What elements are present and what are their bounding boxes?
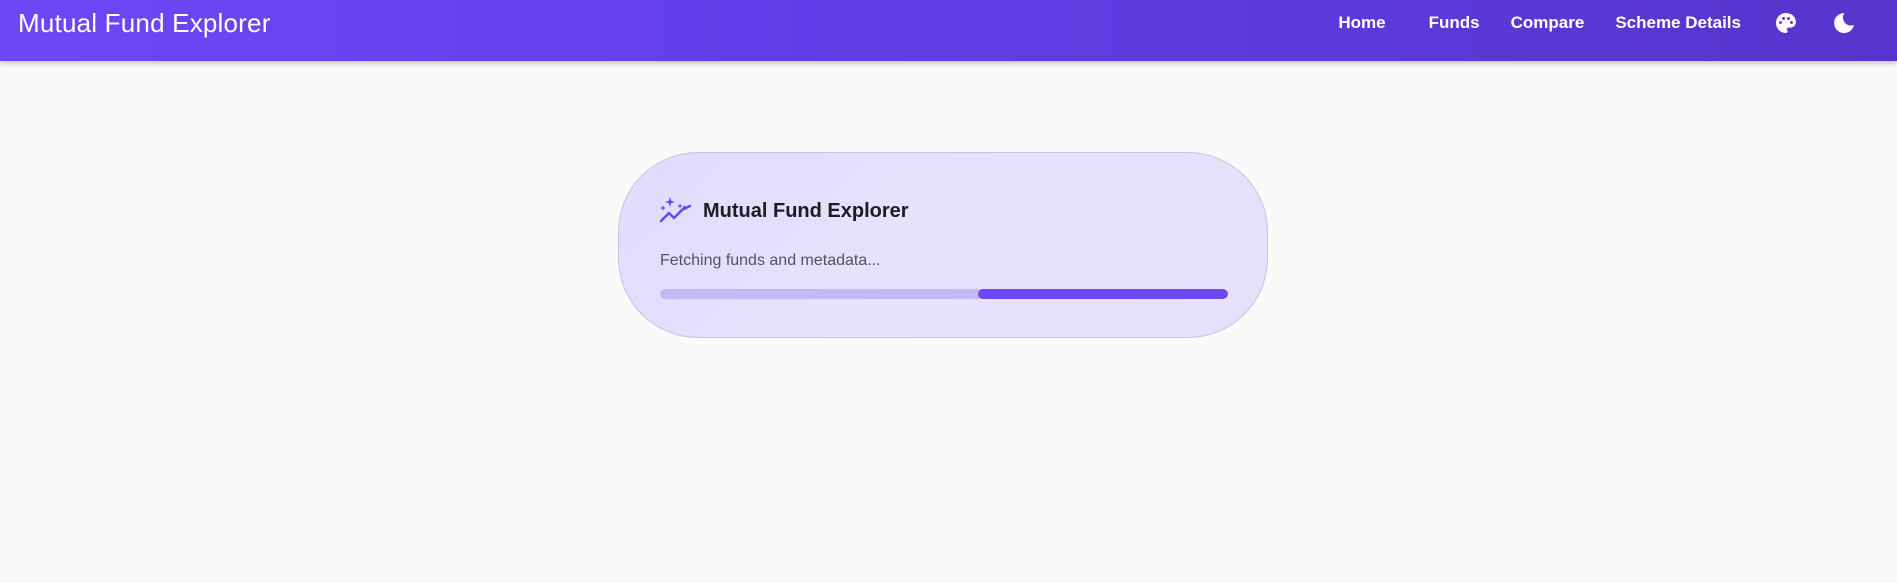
loading-progress-fill	[978, 289, 1228, 299]
nav-link-scheme-details[interactable]: Scheme Details	[1615, 13, 1741, 33]
loading-card-header: Mutual Fund Explorer	[659, 196, 909, 226]
nav-link-funds[interactable]: Funds	[1429, 13, 1480, 33]
main-nav: Home Funds Compare Scheme Details	[1338, 10, 1857, 36]
nav-link-home[interactable]: Home	[1338, 13, 1385, 33]
theme-palette-button[interactable]	[1773, 10, 1799, 36]
app-brand[interactable]: Mutual Fund Explorer	[18, 8, 271, 39]
nav-link-compare[interactable]: Compare	[1511, 13, 1585, 33]
palette-icon	[1776, 13, 1796, 33]
loading-progress-track	[660, 289, 1228, 299]
sparkle-chart-icon	[659, 197, 692, 223]
loading-card: Mutual Fund Explorer Fetching funds and …	[618, 152, 1268, 338]
loading-status-text: Fetching funds and metadata...	[660, 252, 881, 269]
moon-icon	[1834, 13, 1854, 34]
loading-card-title: Mutual Fund Explorer	[703, 199, 909, 222]
dark-mode-toggle[interactable]	[1831, 10, 1857, 36]
app-header: Mutual Fund Explorer Home Funds Compare …	[0, 0, 1897, 61]
